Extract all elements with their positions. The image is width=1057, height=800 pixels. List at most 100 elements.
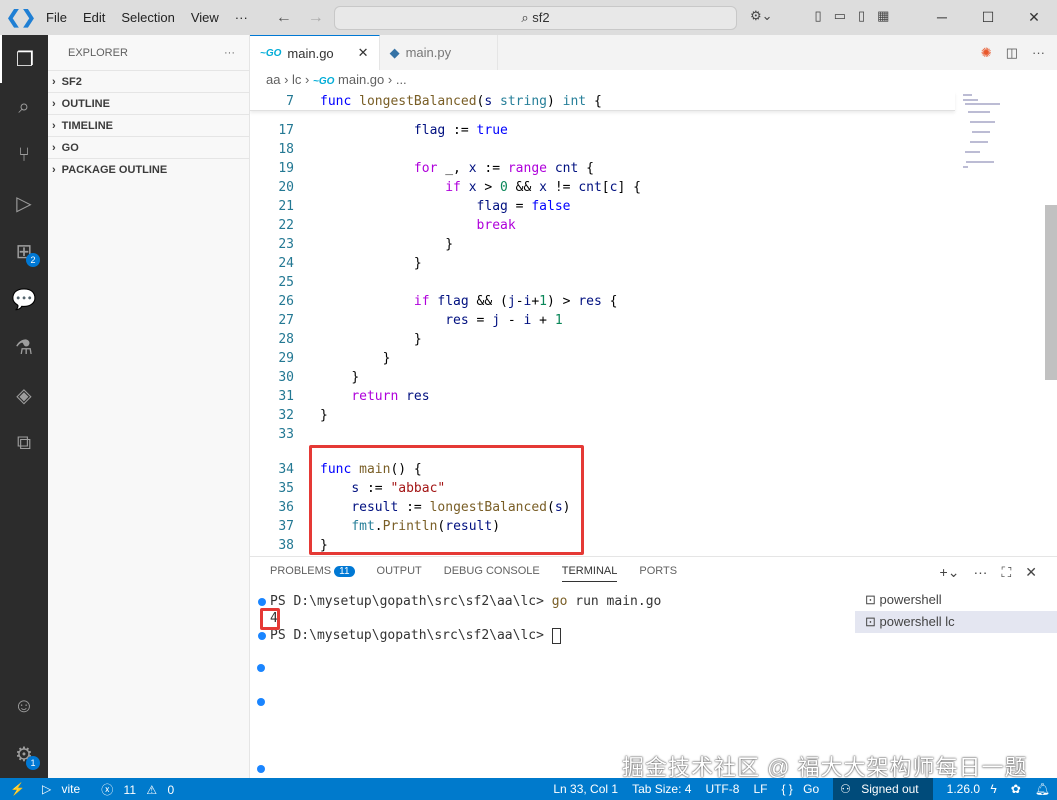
line-number: 38 xyxy=(278,538,294,553)
forward-arrow-icon[interactable]: → xyxy=(308,9,324,27)
breadcrumb-symbol[interactable]: ... xyxy=(396,72,407,87)
line-number: 18 xyxy=(278,142,294,157)
code-token: true xyxy=(476,123,508,138)
section-package-outline[interactable]: › PACKAGE OUTLINE xyxy=(48,158,249,180)
minimap[interactable] xyxy=(960,92,1040,172)
section-timeline[interactable]: › TIMELINE xyxy=(48,114,249,136)
code-token: := xyxy=(476,161,508,176)
code-line: 28 } xyxy=(250,330,955,349)
code-token: flag xyxy=(437,294,469,309)
tab-problems[interactable]: PROBLEMS 11 xyxy=(270,565,355,582)
code-token: := xyxy=(445,123,477,138)
language-mode[interactable]: { } Go xyxy=(774,782,833,796)
breadcrumb-file[interactable]: main.go xyxy=(338,72,384,87)
copilot-icon[interactable]: ⚙⌄ xyxy=(750,8,773,24)
more-actions-icon[interactable]: ··· xyxy=(1032,45,1045,60)
remote-icon[interactable]: ◈ xyxy=(0,371,48,419)
section-go[interactable]: › GO xyxy=(48,136,249,158)
tab-debug-console[interactable]: DEBUG CONSOLE xyxy=(444,565,540,582)
highlight-box-output xyxy=(260,608,280,630)
section-outline[interactable]: › OUTLINE xyxy=(48,92,249,114)
command-center-search[interactable]: ⌕ sf2 xyxy=(334,6,737,30)
close-tab-icon[interactable]: ✕ xyxy=(358,45,369,61)
tab-output[interactable]: OUTPUT xyxy=(377,565,422,582)
explorer-icon[interactable]: ❐ xyxy=(0,35,48,83)
close-window-button[interactable]: ✕ xyxy=(1011,0,1057,35)
code-line: 17 flag := true xyxy=(250,121,955,140)
code-token: x xyxy=(468,180,477,195)
breadcrumb-aa[interactable]: aa xyxy=(266,72,280,87)
code-line: 19 for _, x := range cnt { xyxy=(250,159,955,178)
decoration-dot xyxy=(257,698,265,706)
section-sf2[interactable]: › SF2 xyxy=(48,70,249,92)
extensions-icon[interactable]: ⊞ 2 xyxy=(0,227,48,275)
code-token: && ( xyxy=(468,294,508,309)
encoding[interactable]: UTF-8 xyxy=(698,782,746,796)
tab-size[interactable]: Tab Size: 4 xyxy=(625,782,698,796)
line-number: 19 xyxy=(278,161,294,176)
copilot-sparkle-icon[interactable]: ✺ xyxy=(981,45,992,61)
account-status[interactable]: ⚇ Signed out xyxy=(833,778,933,800)
editor-scrollbar[interactable] xyxy=(1045,205,1057,380)
code-token: range xyxy=(507,161,547,176)
chevron-right-icon: › xyxy=(52,75,56,88)
notifications-icon[interactable]: 🔔︎ xyxy=(1028,782,1057,796)
breadcrumb-lc[interactable]: lc xyxy=(292,72,301,87)
eol[interactable]: LF xyxy=(746,782,774,796)
menu-view[interactable]: View xyxy=(183,10,227,25)
go-version[interactable]: 1.26.0 ϟ xyxy=(933,782,1004,796)
split-editor-icon[interactable]: ◫ xyxy=(1006,45,1018,61)
terminal-item-powershell[interactable]: ⊡ powershell xyxy=(855,589,1057,611)
section-label: PACKAGE OUTLINE xyxy=(61,163,168,176)
account-label: Signed out xyxy=(861,782,919,796)
terminal-output[interactable]: PS D:\mysetup\gopath\src\sf2\aa\lc> go r… xyxy=(258,593,661,644)
testing-icon[interactable]: ⚗ xyxy=(0,323,48,371)
toggle-panel-icon[interactable]: ▭ xyxy=(834,8,846,24)
more-icon[interactable]: ··· xyxy=(973,564,987,581)
cursor-position[interactable]: Ln 33, Col 1 xyxy=(546,782,625,796)
toggle-sidebar-icon[interactable]: ▯ xyxy=(815,8,822,24)
code-token: != xyxy=(547,180,579,195)
copilot-status-icon[interactable]: ✿ xyxy=(1004,782,1028,796)
problems-item[interactable]: ⓧ 11 ⚠ 0 xyxy=(94,781,188,798)
menu-selection[interactable]: Selection xyxy=(113,10,182,25)
tab-terminal[interactable]: TERMINAL xyxy=(561,565,618,582)
title-bar: ❮❯ File Edit Selection View ··· ← → ⌕ sf2… xyxy=(0,0,1057,35)
code-line: 27 res = j - i + 1 xyxy=(250,311,955,330)
terminal-cursor xyxy=(551,627,561,644)
explorer-sidebar: EXPLORER ··· › SF2 › OUTLINE › TIMELINE › GO … xyxy=(48,35,250,778)
remote-indicator-icon[interactable]: ⚡ xyxy=(0,782,35,796)
new-terminal-icon[interactable]: +⌄ xyxy=(940,564,960,581)
maximize-button[interactable]: ☐ xyxy=(965,0,1011,35)
toggle-secondary-sidebar-icon[interactable]: ▯ xyxy=(858,8,865,24)
accounts-badge: 1 xyxy=(26,756,40,770)
minimize-button[interactable]: ─ xyxy=(919,0,965,35)
tab-main-py[interactable]: ◆ main.py xyxy=(380,35,498,70)
manage-gear-icon[interactable]: ⚙ 1 xyxy=(0,730,48,778)
account-icon[interactable]: ☺ xyxy=(0,682,48,730)
containers-icon[interactable]: ⧉ xyxy=(0,419,48,467)
layout-icon[interactable]: ▦ xyxy=(877,8,889,24)
code-token: } xyxy=(320,408,328,423)
code-line: 20 if x > 0 && x != cnt[c] { xyxy=(250,178,955,197)
search-icon[interactable]: ⌕ xyxy=(0,83,48,131)
run-debug-icon[interactable]: ▷ xyxy=(0,179,48,227)
explorer-more-button[interactable]: ··· xyxy=(224,47,235,59)
code-line: 24 } xyxy=(250,254,955,273)
chat-icon[interactable]: 💬 xyxy=(0,275,48,323)
vite-item[interactable]: ▷ vite xyxy=(35,782,94,796)
back-arrow-icon[interactable]: ← xyxy=(276,9,292,27)
menu-edit[interactable]: Edit xyxy=(75,10,113,25)
menu-file[interactable]: File xyxy=(38,10,75,25)
code-line: 18 xyxy=(250,140,955,159)
menu-more[interactable]: ··· xyxy=(227,10,256,25)
close-panel-icon[interactable]: ✕ xyxy=(1025,564,1037,581)
terminal-item-powershell-lc[interactable]: ⊡ powershell lc xyxy=(855,611,1057,633)
search-text: sf2 xyxy=(532,10,550,25)
tab-ports[interactable]: PORTS xyxy=(639,565,677,582)
code-line: 26 if flag && (j-i+1) > res { xyxy=(250,292,955,311)
tab-main-go[interactable]: ~GO main.go ✕ xyxy=(250,35,380,70)
source-control-icon[interactable]: ⑂ xyxy=(0,131,48,179)
maximize-panel-icon[interactable]: ⛶ xyxy=(1001,564,1011,581)
